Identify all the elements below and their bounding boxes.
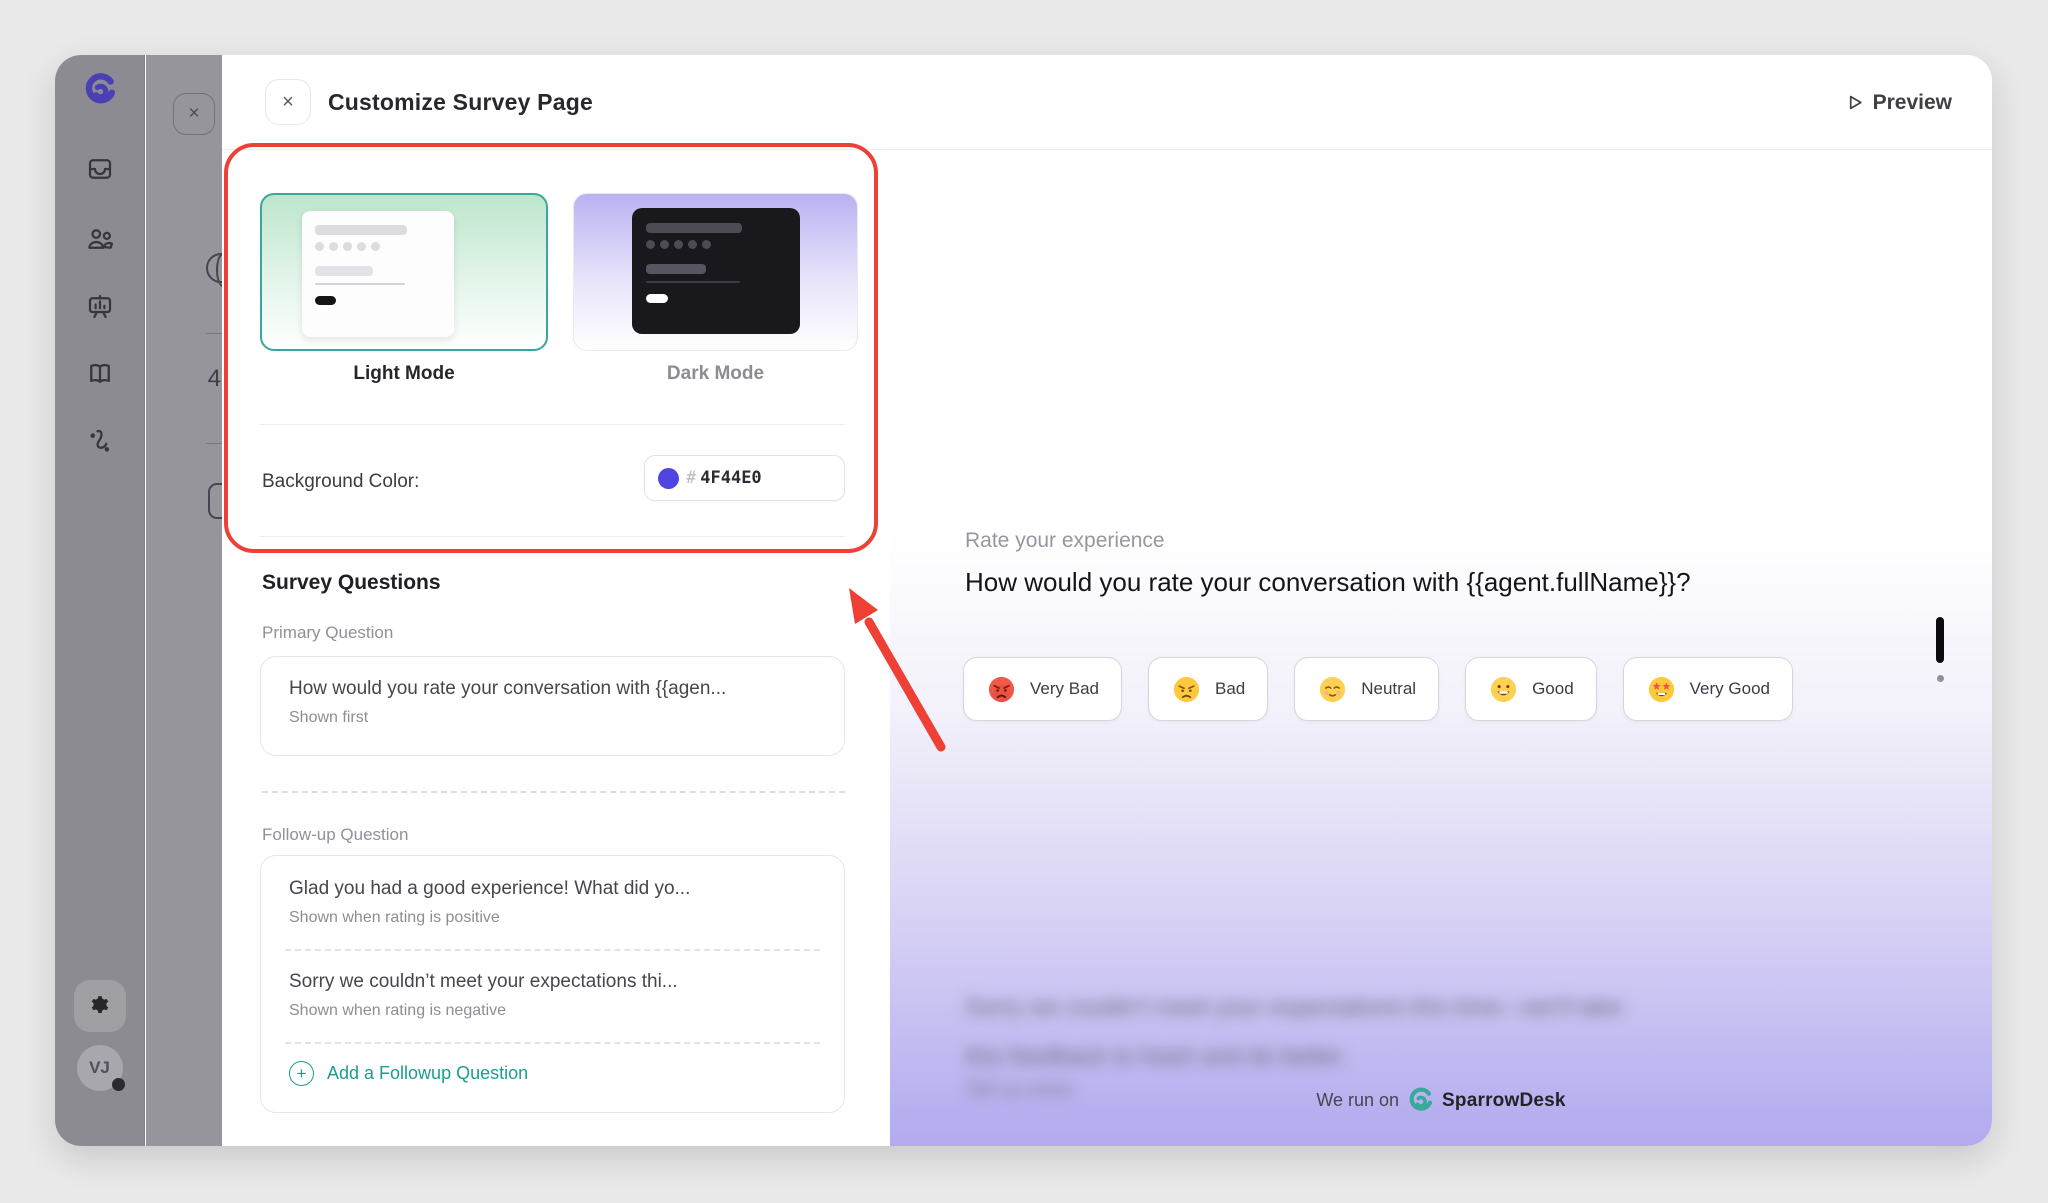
followup-note: Shown when rating is positive [289, 909, 500, 927]
plus-icon: + [289, 1061, 314, 1086]
blurred-followup-text: Sorry we couldn’t meet your expectations… [965, 983, 1665, 1081]
rating-neutral-button[interactable]: Neutral [1294, 657, 1439, 721]
reports-icon[interactable] [83, 290, 117, 324]
add-followup-label: Add a Followup Question [327, 1063, 528, 1084]
play-icon [1847, 94, 1864, 111]
footer-prefix: We run on [1316, 1090, 1399, 1111]
rating-label: Very Bad [1030, 679, 1099, 699]
followup-text: Glad you had a good experience! What did… [289, 878, 824, 900]
sparrowdesk-logo-icon [83, 73, 117, 107]
peek-number: 4 [208, 365, 221, 393]
rating-bad-button[interactable]: Bad [1148, 657, 1268, 721]
sidebar: VJ [55, 55, 145, 1146]
avatar-initials: VJ [89, 1058, 110, 1078]
followup-question-card: Glad you had a good experience! What did… [260, 855, 845, 1113]
dark-mode-card[interactable] [573, 193, 858, 351]
star-struck-face-emoji [1646, 674, 1677, 705]
knowledge-base-icon[interactable] [83, 357, 117, 391]
hex-hash: # [686, 468, 696, 488]
primary-question-card[interactable]: How would you rate your conversation wit… [260, 656, 845, 756]
enraged-face-emoji [986, 674, 1017, 705]
preview-eyebrow: Rate your experience [965, 529, 1165, 553]
user-avatar[interactable]: VJ [77, 1045, 123, 1091]
preview-button[interactable]: Preview [1847, 55, 1952, 150]
modal-title: Customize Survey Page [328, 89, 593, 116]
light-mode-card[interactable] [260, 193, 548, 351]
settings-column: Light Mode Dark Mode Background Color: #… [222, 151, 890, 1146]
relieved-face-emoji [1317, 674, 1348, 705]
dashed-divider [285, 1042, 820, 1044]
followup-note: Shown when rating is negative [289, 1002, 506, 1020]
angry-face-emoji [1171, 674, 1202, 705]
footer-brand: SparrowDesk [1442, 1090, 1566, 1112]
rating-label: Good [1532, 679, 1574, 699]
dark-mode-label: Dark Mode [573, 363, 858, 385]
screenshot-stage: VJ × 4 × Customize Survey Page [0, 0, 2048, 1203]
light-mode-thumbnail [302, 211, 454, 337]
scroll-indicator[interactable] [1936, 617, 1944, 663]
preview-label: Preview [1873, 91, 1952, 115]
branding-footer: We run on SparrowDesk [890, 1087, 1992, 1114]
peek-divider [206, 333, 222, 334]
modal-close-button[interactable]: × [265, 79, 311, 125]
peek-divider [206, 443, 222, 444]
divider [260, 424, 845, 425]
rating-label: Neutral [1361, 679, 1416, 699]
peek-shape [208, 483, 222, 519]
sparrowdesk-logo-icon [1407, 1087, 1434, 1114]
contacts-icon[interactable] [83, 222, 117, 256]
primary-question-note: Shown first [289, 709, 368, 727]
light-mode-label: Light Mode [260, 363, 548, 385]
close-icon: × [282, 91, 294, 114]
rating-label: Very Good [1690, 679, 1770, 699]
modal-header: × Customize Survey Page Preview [222, 55, 1992, 150]
dimmed-close-icon: × [188, 103, 199, 125]
scroll-dot [1937, 675, 1944, 682]
background-color-input[interactable]: # 4F44E0 [644, 455, 845, 501]
hex-value: 4F44E0 [700, 468, 761, 488]
rating-very-bad-button[interactable]: Very Bad [963, 657, 1122, 721]
dark-mode-thumbnail [632, 208, 800, 334]
rating-buttons-row: Very Bad Bad [963, 657, 1793, 721]
peek-globe-icon [206, 253, 222, 283]
customize-survey-modal: × Customize Survey Page Preview [222, 55, 1992, 1146]
color-swatch[interactable] [658, 468, 679, 489]
primary-question-text: How would you rate your conversation wit… [289, 678, 824, 700]
dimmed-page-strip: × 4 [146, 55, 222, 1146]
app-window: VJ × 4 × Customize Survey Page [55, 55, 1992, 1146]
survey-preview-pane: Rate your experience How would you rate … [890, 151, 1992, 1146]
dashed-divider [285, 949, 820, 951]
followup-text: Sorry we couldn’t meet your expectations… [289, 971, 824, 993]
rating-label: Bad [1215, 679, 1245, 699]
gear-icon [86, 992, 114, 1020]
primary-question-label: Primary Question [262, 623, 393, 643]
settings-gear-button[interactable] [74, 980, 126, 1032]
divider [260, 536, 845, 537]
inbox-icon[interactable] [83, 152, 117, 186]
signature-icon[interactable] [83, 423, 117, 457]
add-followup-button[interactable]: + Add a Followup Question [289, 1061, 528, 1086]
followup-question-label: Follow-up Question [262, 825, 408, 845]
grinning-face-emoji [1488, 674, 1519, 705]
background-color-label: Background Color: [262, 471, 419, 493]
dashed-divider [262, 791, 845, 793]
preview-question: How would you rate your conversation wit… [965, 567, 1691, 598]
status-dot [112, 1078, 125, 1091]
rating-good-button[interactable]: Good [1465, 657, 1597, 721]
survey-questions-heading: Survey Questions [262, 571, 441, 595]
rating-very-good-button[interactable]: Very Good [1623, 657, 1793, 721]
dimmed-close-button[interactable]: × [173, 93, 215, 135]
